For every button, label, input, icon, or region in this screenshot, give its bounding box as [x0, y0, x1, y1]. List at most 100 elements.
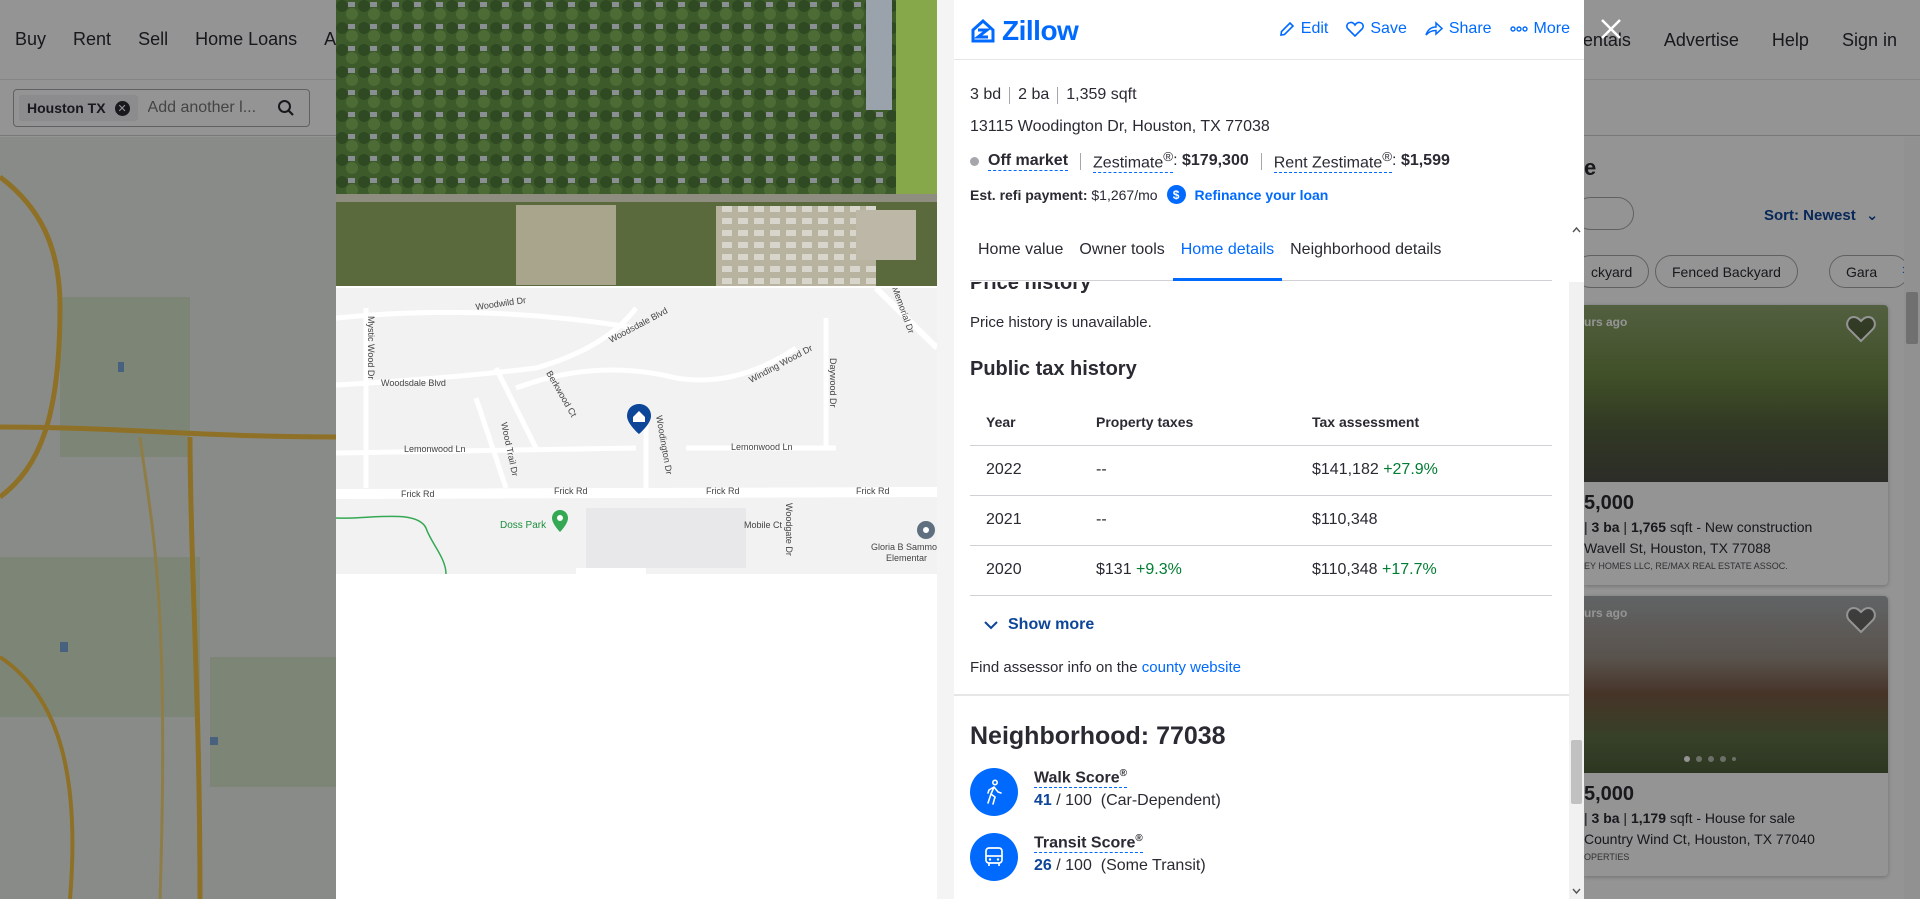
- bus-icon: [970, 833, 1018, 881]
- cell-assessment: $141,182 +27.9%: [1296, 445, 1552, 496]
- map-street-label: Frick Rd: [554, 486, 588, 496]
- table-row: 2020 $131 +9.3% $110,348 +17.7%: [970, 545, 1552, 596]
- map-street-label: Woodsdale Blvd: [381, 378, 446, 388]
- walk-score-max: / 100: [1056, 792, 1092, 810]
- price-history-title: Price history: [970, 282, 1092, 294]
- tab-owner-tools[interactable]: Owner tools: [1071, 224, 1172, 281]
- chevron-down-icon: [984, 620, 998, 629]
- cell-assessment-value: $141,182: [1312, 461, 1379, 478]
- street-map[interactable]: Woodwild Dr Woodsdale Blvd Woodsdale Blv…: [336, 288, 937, 574]
- col-tax-assessment: Tax assessment: [1296, 399, 1552, 446]
- cell-assessment: $110,348 +17.7%: [1296, 545, 1552, 596]
- zestimate-label[interactable]: Zestimate®: [1093, 149, 1174, 174]
- county-website-link[interactable]: county website: [1142, 659, 1241, 676]
- map-street-label: Lemonwood Ln: [731, 442, 793, 452]
- street-map-graphic: Woodwild Dr Woodsdale Blvd Woodsdale Blv…: [336, 288, 937, 574]
- header-actions: Edit Save Share More: [1261, 20, 1570, 38]
- cell-year: 2020: [970, 545, 1080, 596]
- aerial-photo[interactable]: [336, 0, 937, 286]
- zillow-logo[interactable]: Zillow: [970, 15, 1079, 47]
- pencil-icon: [1279, 21, 1294, 36]
- details-scrollbar-thumb[interactable]: [1571, 740, 1582, 804]
- more-button[interactable]: More: [1509, 20, 1570, 38]
- details-scrollbar[interactable]: [1569, 282, 1584, 899]
- cell-assessment-value: $110,348: [1312, 561, 1378, 578]
- zestimate-value: $179,300: [1182, 152, 1249, 170]
- more-label: More: [1533, 20, 1570, 37]
- map-street-label: Lemonwood Ln: [404, 444, 466, 454]
- beds: 3 bd: [970, 86, 1002, 103]
- cell-assessment-value: $110,348: [1312, 511, 1378, 528]
- details-panel: Zillow Edit Save Share More 3 bd 2 ba 1,…: [954, 0, 1584, 899]
- map-street-label: Mystic Wood Dr: [366, 316, 376, 379]
- status-label[interactable]: Off market: [988, 152, 1069, 171]
- walk-score-text: Walk Score® 41 / 100 (Car-Dependent): [1034, 768, 1221, 810]
- scroll-up-icon[interactable]: [1571, 224, 1582, 235]
- more-dots-icon: [1509, 26, 1528, 32]
- table-row: 2022 -- $141,182 +27.9%: [970, 445, 1552, 496]
- assessor-text: Find assessor info on the county website: [970, 659, 1241, 676]
- details-content[interactable]: Price history Price history is unavailab…: [954, 282, 1584, 899]
- rent-zestimate-label[interactable]: Rent Zestimate®: [1273, 149, 1393, 174]
- transit-score-value: 26 / 100 (Some Transit): [1034, 857, 1206, 875]
- cell-year: 2022: [970, 445, 1080, 496]
- home-facts: 3 bd 2 ba 1,359 sqft: [970, 86, 1560, 104]
- map-street-label: Frick Rd: [856, 486, 890, 496]
- home-summary: 3 bd 2 ba 1,359 sqft 13115 Woodington Dr…: [970, 86, 1560, 205]
- home-address: 13115 Woodington Dr, Houston, TX 77038: [970, 118, 1270, 135]
- cell-year: 2021: [970, 495, 1080, 546]
- aerial-photo-graphic: [336, 0, 937, 286]
- photo-gallery: Woodwild Dr Woodsdale Blvd Woodsdale Blv…: [336, 0, 937, 899]
- map-street-label: Mobile Ct: [744, 520, 783, 530]
- sqft: 1,359 sqft: [1066, 86, 1137, 103]
- refi-label: Est. refi payment:: [970, 186, 1088, 203]
- table-header-row: Year Property taxes Tax assessment: [970, 399, 1552, 446]
- refinance-link[interactable]: Refinance your loan: [1195, 187, 1329, 203]
- assessor-text-pre: Find assessor info on the: [970, 659, 1138, 676]
- transit-score-number: 26: [1034, 857, 1052, 875]
- cell-assessment-change: +27.9%: [1383, 461, 1438, 478]
- status-dot-icon: [970, 156, 979, 166]
- close-icon[interactable]: [1596, 14, 1626, 44]
- price-history-text: Price history is unavailable.: [970, 314, 1152, 331]
- map-street-label: Frick Rd: [706, 486, 740, 496]
- transit-score: Transit Score® 26 / 100 (Some Transit): [970, 833, 1206, 881]
- tab-neighborhood-details[interactable]: Neighborhood details: [1282, 224, 1449, 281]
- rent-zestimate-value: $1,599: [1400, 152, 1450, 170]
- refi-value: $1,267/mo: [1091, 186, 1158, 203]
- map-poi-label: Gloria B Sammon: [871, 542, 937, 552]
- zillow-logo-text: Zillow: [1002, 15, 1079, 46]
- save-button[interactable]: Save: [1346, 20, 1407, 38]
- transit-score-max: / 100: [1056, 857, 1092, 875]
- share-button[interactable]: Share: [1425, 20, 1492, 38]
- share-label: Share: [1448, 20, 1492, 37]
- scroll-down-icon[interactable]: [1571, 886, 1582, 897]
- details-tabs: Home value Owner tools Home details Neig…: [970, 224, 1552, 281]
- status-row: Off market Zestimate®: $179,300 Rent Zes…: [970, 149, 1560, 174]
- divider: [1260, 152, 1262, 170]
- tab-home-value[interactable]: Home value: [970, 224, 1071, 281]
- neighborhood-title: Neighborhood: 77038: [970, 722, 1226, 750]
- cell-taxes: --: [1080, 495, 1296, 546]
- tab-home-details[interactable]: Home details: [1172, 224, 1283, 281]
- gallery-divider: [937, 0, 954, 899]
- edit-button[interactable]: Edit: [1279, 20, 1329, 38]
- col-year: Year: [970, 399, 1080, 446]
- cell-taxes-value: --: [1096, 461, 1107, 478]
- transit-score-label[interactable]: Transit Score®: [1034, 833, 1143, 854]
- save-label: Save: [1370, 20, 1407, 37]
- baths: 2 ba: [1018, 86, 1050, 103]
- show-more-button[interactable]: Show more: [984, 616, 1094, 634]
- divider: [1080, 152, 1082, 170]
- heart-icon: [1346, 21, 1365, 37]
- walk-score-number: 41: [1034, 792, 1052, 810]
- share-icon: [1425, 21, 1443, 36]
- walk-score-label[interactable]: Walk Score®: [1034, 768, 1128, 789]
- table-row: 2021 -- $110,348: [970, 495, 1552, 546]
- map-street-label: Frick Rd: [401, 489, 435, 499]
- map-street-label: Daywood Dr: [828, 358, 838, 408]
- edit-label: Edit: [1300, 20, 1329, 37]
- divider: [1009, 86, 1011, 104]
- col-property-taxes: Property taxes: [1080, 399, 1296, 446]
- cell-taxes-value: $131: [1096, 561, 1132, 578]
